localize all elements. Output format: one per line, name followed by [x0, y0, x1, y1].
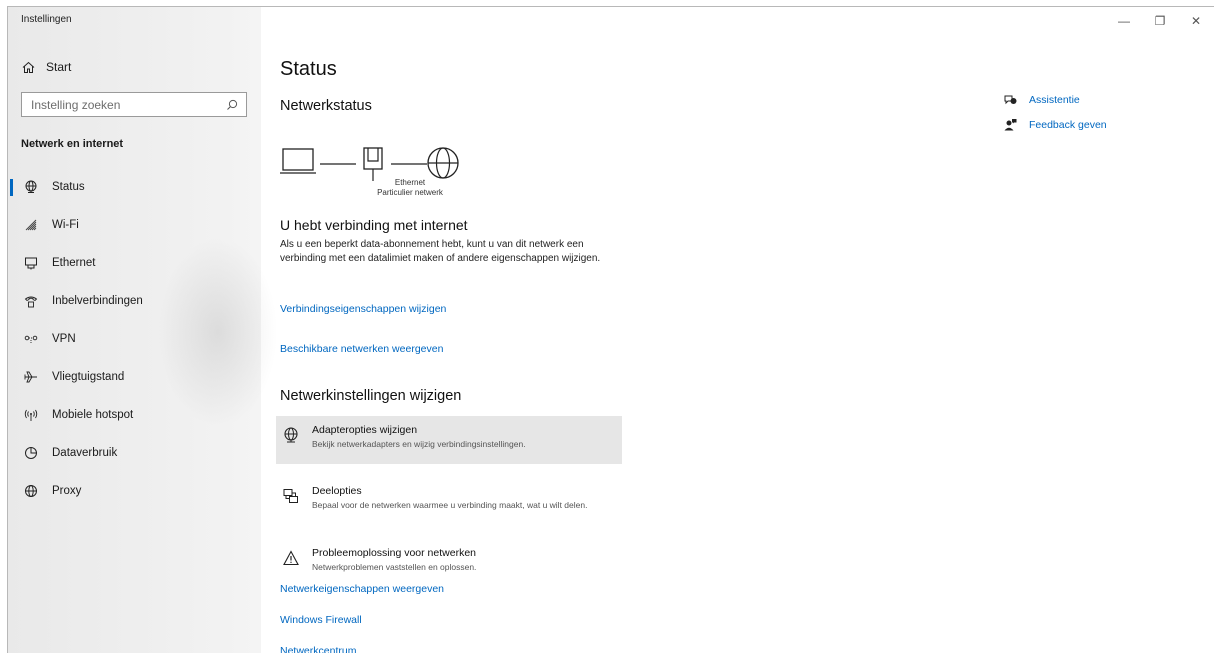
search-icon[interactable] [226, 98, 238, 116]
feedback-label: Feedback geven [1029, 118, 1107, 131]
sidebar-item-dialup[interactable]: Inbelverbindingen [8, 282, 261, 320]
home-label: Start [46, 60, 72, 74]
option-description: Bepaal voor de netwerken waarmee u verbi… [312, 500, 588, 510]
sidebar-item-label: Ethernet [52, 257, 96, 269]
network-center-link[interactable]: Netwerkcentrum [280, 645, 356, 653]
sidebar-item-wifi[interactable]: Wi-Fi [8, 206, 261, 244]
window-controls: — ❐ ✕ [1106, 7, 1214, 35]
maximize-button[interactable]: ❐ [1142, 7, 1178, 35]
sharing-options-item[interactable]: Deelopties Bepaal voor de netwerken waar… [276, 477, 622, 527]
sidebar-item-datausage[interactable]: Dataverbruik [8, 434, 261, 472]
sidebar-item-label: Status [52, 181, 85, 193]
option-text: Deelopties Bepaal voor de netwerken waar… [312, 485, 612, 527]
sidebar-item-label: VPN [52, 333, 76, 345]
feedback-icon [1003, 118, 1017, 131]
vpn-icon [24, 332, 38, 346]
search-box[interactable] [21, 92, 247, 117]
close-button[interactable]: ✕ [1178, 7, 1214, 35]
sidebar-item-label: Proxy [52, 485, 82, 497]
option-text: Probleemoplossing voor netwerken Netwerk… [312, 547, 476, 575]
ethernet-icon [24, 256, 38, 270]
sidebar-item-label: Dataverbruik [52, 447, 118, 459]
sidebar-item-proxy[interactable]: Proxy [8, 472, 261, 510]
airplane-icon [24, 370, 38, 384]
help-label: Assistentie [1029, 93, 1080, 106]
sidebar-item-airplane[interactable]: Vliegtuigstand [8, 358, 261, 396]
sharing-icon [280, 485, 302, 507]
sidebar-item-label: Wi-Fi [52, 219, 79, 231]
app-title: Instellingen [21, 14, 72, 25]
adapter-globe-icon [280, 424, 302, 446]
home-icon [21, 60, 35, 74]
data-usage-icon [24, 446, 38, 460]
option-title: Adapteropties wijzigen [312, 424, 418, 436]
connection-status-title: U hebt verbinding met internet [280, 217, 468, 233]
option-title: Probleemoplossing voor netwerken [312, 547, 477, 559]
get-help-link[interactable]: Assistentie [1003, 87, 1107, 112]
minimize-button[interactable]: — [1106, 7, 1142, 35]
dialup-icon [24, 294, 38, 308]
option-description: Bekijk netwerkadapters en wijzig verbind… [312, 439, 526, 449]
sidebar-nav: Status Wi-Fi Ethernet Inbelverbindingen [8, 168, 261, 510]
windows-firewall-link[interactable]: Windows Firewall [280, 614, 362, 626]
sidebar-item-label: Inbelverbindingen [52, 295, 143, 307]
option-text: Adapteropties wijzigen Bekijk netwerkada… [312, 424, 526, 464]
page-title: Status [280, 58, 337, 80]
search-input[interactable] [31, 97, 221, 112]
sidebar: Instellingen Start Netwerk en internet S… [8, 7, 278, 653]
sidebar-item-label: Vliegtuigstand [52, 371, 125, 383]
give-feedback-link[interactable]: Feedback geven [1003, 112, 1107, 137]
home-button[interactable]: Start [21, 60, 71, 74]
sidebar-item-status[interactable]: Status [8, 168, 261, 206]
adapter-name: Ethernet [394, 178, 426, 187]
sidebar-item-vpn[interactable]: VPN [8, 320, 261, 358]
connection-status-description: Als u een beperkt data-abonnement hebt, … [280, 239, 601, 264]
change-connection-properties-link[interactable]: Verbindingseigenschappen wijzigen [280, 303, 446, 315]
main-content: Status Netwerkstatus Ethernet Particulie… [272, 7, 972, 653]
wifi-icon [24, 218, 38, 232]
network-status-heading: Netwerkstatus [280, 98, 372, 114]
adapter-label: Ethernet Particulier netwerk [370, 178, 450, 198]
section-title: Netwerk en internet [21, 138, 124, 150]
settings-window: Instellingen Start Netwerk en internet S… [7, 6, 1214, 653]
sidebar-item-label: Mobiele hotspot [52, 409, 134, 421]
change-settings-heading: Netwerkinstellingen wijzigen [280, 388, 462, 404]
option-title: Deelopties [312, 485, 362, 497]
globe-icon [24, 484, 38, 498]
option-description: Netwerkproblemen vaststellen en oplossen… [312, 562, 477, 572]
globe-network-icon [24, 180, 38, 194]
sidebar-item-hotspot[interactable]: Mobiele hotspot [8, 396, 261, 434]
network-profile: Particulier netwerk [377, 188, 443, 197]
laptop-icon [280, 148, 316, 174]
hotspot-icon [24, 408, 38, 422]
network-troubleshooter-item[interactable]: Probleemoplossing voor netwerken Netwerk… [276, 539, 622, 575]
warning-icon [280, 547, 302, 569]
related-help-panel: Assistentie Feedback geven [1003, 87, 1107, 137]
help-chat-icon [1003, 94, 1017, 106]
show-available-networks-link[interactable]: Beschikbare netwerken weergeven [280, 343, 443, 355]
sidebar-item-ethernet[interactable]: Ethernet [8, 244, 261, 282]
ethernet-adapter-icon [363, 147, 383, 181]
internet-globe-icon [427, 147, 459, 179]
show-network-properties-link[interactable]: Netwerkeigenschappen weergeven [280, 583, 444, 595]
adapter-options-item[interactable]: Adapteropties wijzigen Bekijk netwerkada… [276, 416, 622, 464]
